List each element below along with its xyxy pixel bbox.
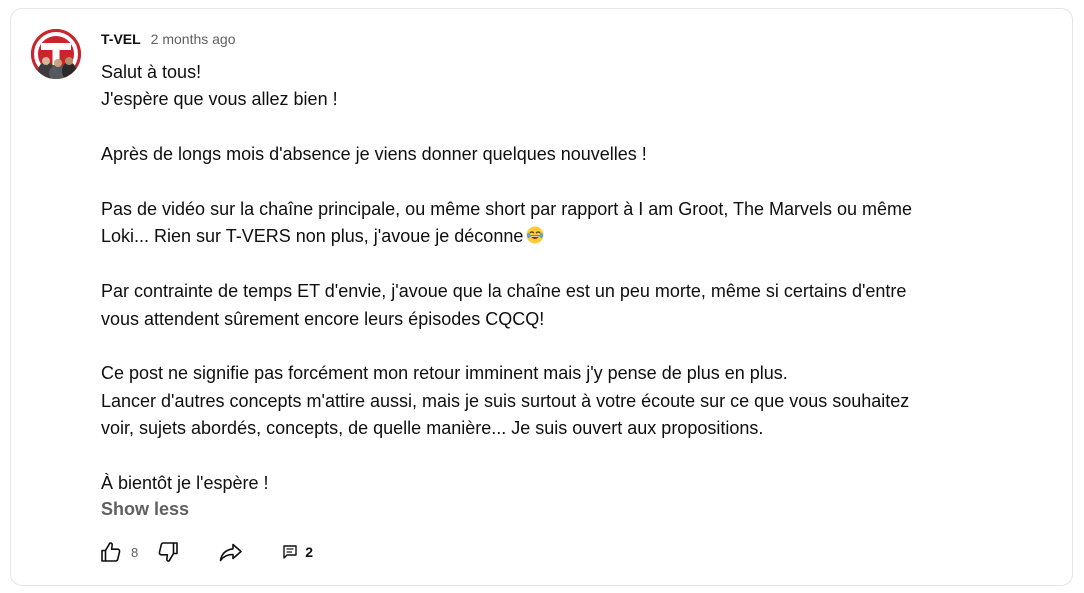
like-count: 8: [131, 544, 139, 560]
like-button[interactable]: [97, 537, 125, 567]
post-line: À bientôt je l'espère !: [101, 473, 269, 494]
post-line: Ce post ne signifie pas forcément mon re…: [101, 363, 788, 384]
share-button[interactable]: [216, 537, 246, 567]
community-post-card: T-VEL 2 months ago Salut à tous! J'espèr…: [10, 8, 1073, 586]
action-bar: 8 2: [97, 537, 313, 567]
show-less-button[interactable]: Show less: [101, 499, 189, 520]
author-name[interactable]: T-VEL: [101, 31, 141, 47]
post-line: Lancer d'autres concepts m'attire aussi,…: [101, 390, 910, 411]
reply-count: 2: [305, 544, 314, 560]
post-header: T-VEL 2 months ago: [101, 31, 236, 51]
post-line: voir, sujets abordés, concepts, de quell…: [101, 418, 764, 439]
post-line-with-emoji: Loki... Rien sur T-VERS non plus, j'avou…: [101, 223, 1041, 250]
post-body: Salut à tous! J'espère que vous allez bi…: [101, 59, 1041, 497]
post-line: Pas de vidéo sur la chaîne principale, o…: [101, 199, 913, 219]
reply-button[interactable]: 2: [282, 537, 313, 567]
comment-icon: [282, 544, 298, 560]
post-line: J'espère que vous allez bien !: [101, 89, 338, 110]
post-timestamp[interactable]: 2 months ago: [151, 31, 236, 47]
thumbs-down-icon: [156, 540, 180, 564]
post-line: Par contrainte de temps ET d'envie, j'av…: [101, 281, 907, 302]
thumbs-up-icon: [99, 540, 123, 564]
post-line: vous attendent sûrement encore leurs épi…: [101, 308, 545, 329]
dislike-button[interactable]: [154, 537, 182, 567]
post-line: Après de longs mois d'absence je viens d…: [101, 144, 647, 165]
laughing-with-tears-emoji-icon: [526, 225, 544, 244]
share-icon: [218, 540, 244, 564]
channel-avatar[interactable]: [31, 29, 81, 79]
post-line-text: Loki... Rien sur T-VERS non plus, j'avou…: [101, 226, 524, 247]
post-line: Salut à tous!: [101, 62, 202, 82]
